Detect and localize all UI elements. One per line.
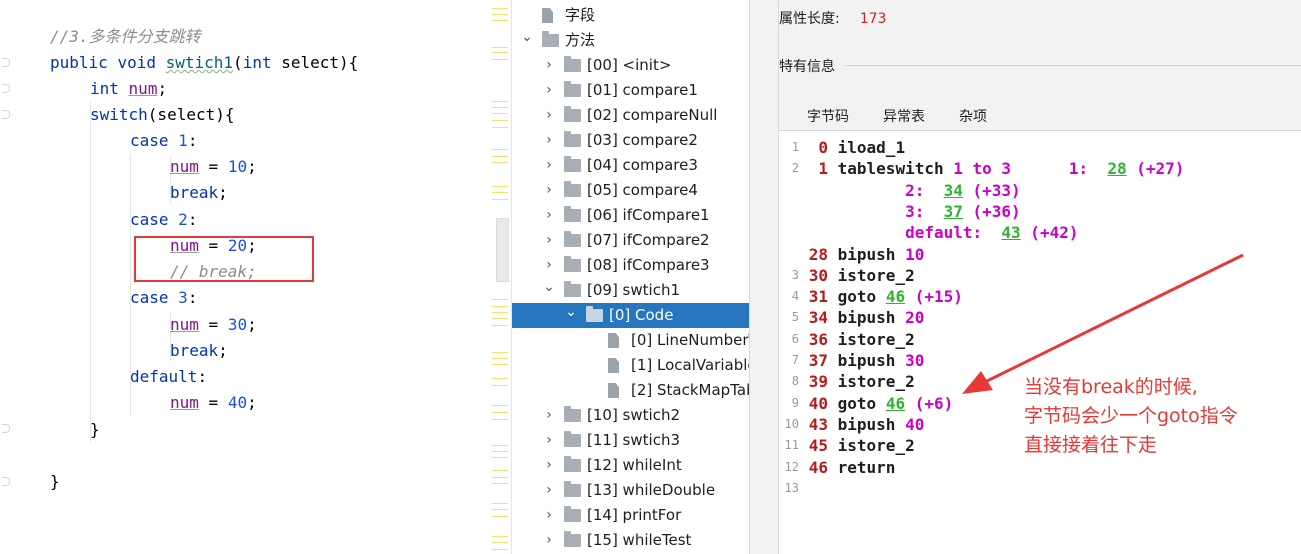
annotation-arrow: [962, 253, 1244, 394]
arrow-shaft: [984, 253, 1244, 384]
annotation-text: 当没有break的时候, 字节码会少一个goto指令 直接接着往下走: [1024, 376, 1238, 456]
arrow-head: [962, 371, 993, 394]
